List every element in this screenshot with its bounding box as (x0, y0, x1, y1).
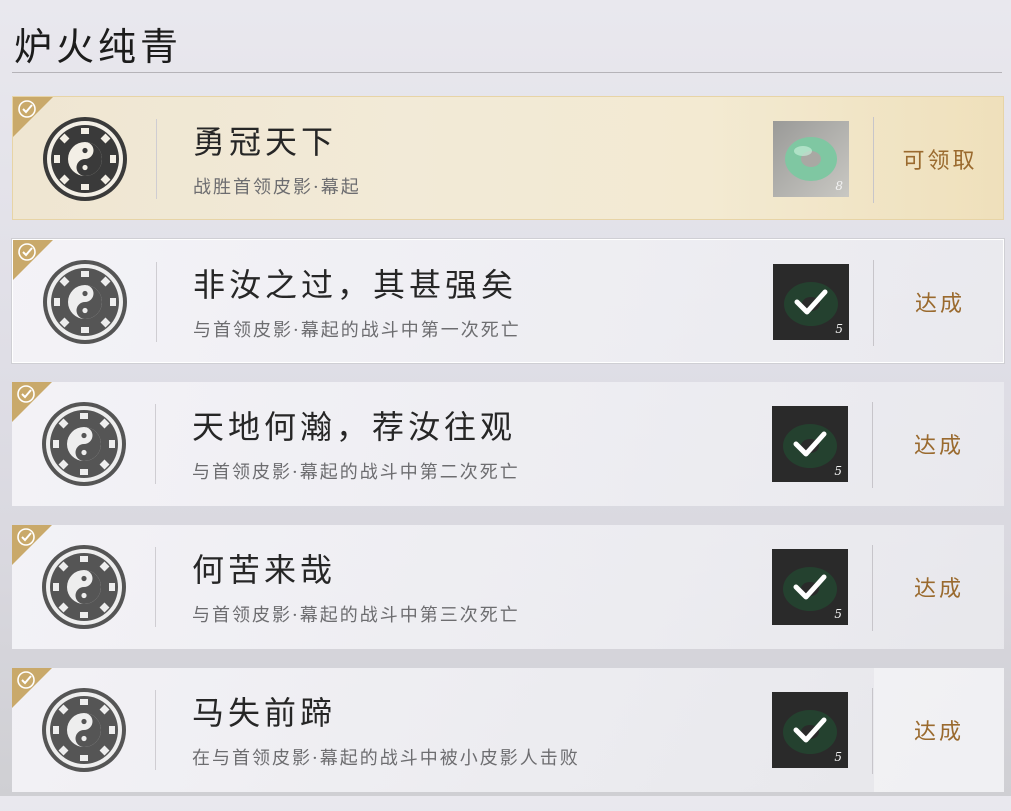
check-icon (17, 385, 35, 403)
reward-item[interactable]: 8 (773, 121, 849, 197)
achievement-name: 天地何瀚，荐汝往观 (192, 408, 517, 446)
achievement-row[interactable]: 何苦来哉 与首领皮影·幕起的战斗中第三次死亡 5 达成 (12, 525, 1004, 649)
check-icon (18, 243, 36, 261)
status-label: 达成 (914, 292, 965, 317)
status-label: 达成 (874, 668, 1004, 792)
divider (872, 545, 873, 631)
bagua-emblem-icon (43, 260, 127, 344)
reward-count: 5 (834, 607, 842, 621)
bagua-emblem-icon (42, 688, 126, 772)
reward-item[interactable]: 5 (773, 264, 849, 340)
achievement-description: 战胜首领皮影·幕起 (193, 177, 361, 198)
status-label: 达成 (913, 434, 964, 459)
check-icon (17, 671, 35, 689)
reward-count: 5 (834, 750, 842, 764)
achievement-name: 何苦来哉 (192, 551, 337, 589)
achievement-description: 与首领皮影·幕起的战斗中第三次死亡 (192, 605, 520, 626)
achievement-name: 勇冠天下 (193, 123, 338, 161)
achievement-description: 与首领皮影·幕起的战斗中第二次死亡 (192, 462, 520, 483)
achievement-name: 马失前蹄 (192, 694, 337, 732)
reward-count: 8 (835, 179, 843, 193)
check-icon (17, 528, 35, 546)
reward-count: 5 (834, 464, 842, 478)
divider (156, 262, 157, 342)
bagua-emblem-icon (42, 402, 126, 486)
divider (872, 688, 873, 774)
divider (155, 547, 156, 627)
divider (156, 119, 157, 199)
title-divider (12, 72, 1002, 73)
bagua-emblem-icon (42, 545, 126, 629)
reward-item[interactable]: 5 (772, 406, 848, 482)
bagua-emblem-icon (43, 117, 127, 201)
achievement-row[interactable]: 天地何瀚，荐汝往观 与首领皮影·幕起的战斗中第二次死亡 5 达成 (12, 382, 1004, 506)
achievement-description: 与首领皮影·幕起的战斗中第一次死亡 (193, 320, 521, 341)
status-label: 达成 (913, 577, 964, 602)
achievement-name: 非汝之过，其甚强矣 (193, 266, 518, 304)
reward-item[interactable]: 5 (772, 692, 848, 768)
divider (155, 690, 156, 770)
reward-count: 5 (835, 322, 843, 336)
divider (872, 402, 873, 488)
divider (155, 404, 156, 484)
reward-item[interactable]: 5 (772, 549, 848, 625)
achievement-row[interactable]: 马失前蹄 在与首领皮影·幕起的战斗中被小皮影人击败 5 达成 (12, 668, 1004, 792)
achievement-row[interactable]: 非汝之过，其甚强矣 与首领皮影·幕起的战斗中第一次死亡 5 达成 (12, 239, 1004, 363)
divider (873, 260, 874, 346)
claim-button[interactable]: 可领取 (875, 97, 1005, 221)
achievement-list: 勇冠天下 战胜首领皮影·幕起 8 可领取 非汝之过，其甚强矣 与首领皮影·幕起的… (12, 96, 1004, 811)
achievement-row[interactable]: 勇冠天下 战胜首领皮影·幕起 8 可领取 (12, 96, 1004, 220)
divider (873, 117, 874, 203)
page-title: 炉火纯青 (14, 25, 183, 69)
achievement-description: 在与首领皮影·幕起的战斗中被小皮影人击败 (192, 748, 580, 769)
check-icon (18, 100, 36, 118)
